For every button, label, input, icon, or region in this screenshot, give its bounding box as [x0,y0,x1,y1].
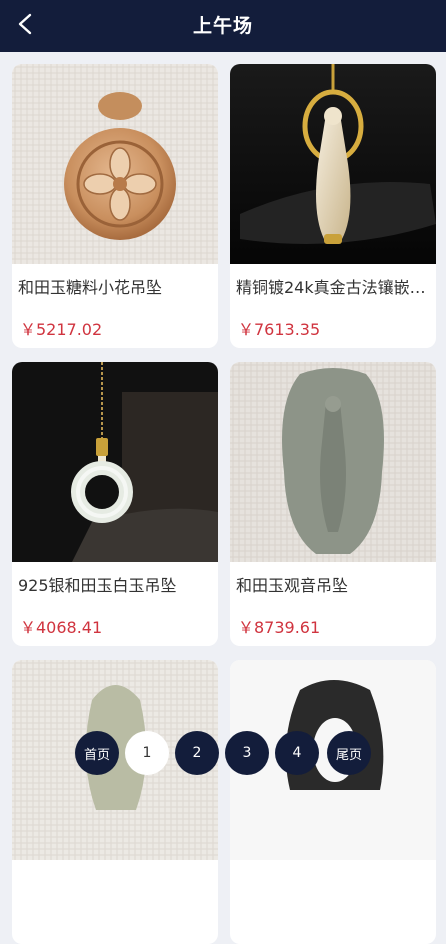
product-name: 和田玉观音吊坠 [236,576,349,595]
product-image-jade-flower-pendant [12,64,218,264]
page-button-1[interactable]: 1 [125,731,169,775]
top-bar: 上午场 [0,0,446,52]
product-card[interactable]: 和田玉糖料小花吊坠 ￥5217.02 [12,64,218,348]
page-button-4[interactable]: 4 [275,731,319,775]
product-card[interactable]: 和田玉观音吊坠 ￥8739.61 [230,362,436,646]
page-button-2[interactable]: 2 [175,731,219,775]
product-image-white-jade-ring-pendant [12,362,218,562]
first-page-button[interactable]: 首页 [75,731,119,775]
product-price: ￥7613.35 [238,320,321,339]
product-image-jade-guanyin-pendant [230,362,436,562]
product-image-guanyin-gold-pendant [230,64,436,264]
product-price: ￥8739.61 [238,618,321,637]
product-card[interactable]: 精铜镀24k真金古法镶嵌和田玉观音吊坠 ￥7613.35 [230,64,436,348]
page-title: 上午场 [192,15,253,37]
pagination: 首页 1 2 3 4 尾页 [0,731,446,775]
product-price: ￥4068.41 [20,618,103,637]
product-name: 和田玉糖料小花吊坠 [18,278,163,297]
product-card[interactable] [12,660,218,944]
product-card[interactable] [230,660,436,944]
product-name: 925银和田玉白玉吊坠 [18,576,177,595]
product-name: 精铜镀24k真金古法镶嵌和田玉观音吊坠 [236,278,430,297]
product-price: ￥5217.02 [20,320,103,339]
page-button-3[interactable]: 3 [225,731,269,775]
last-page-button[interactable]: 尾页 [327,731,371,775]
product-card[interactable]: 925银和田玉白玉吊坠 ￥4068.41 [12,362,218,646]
